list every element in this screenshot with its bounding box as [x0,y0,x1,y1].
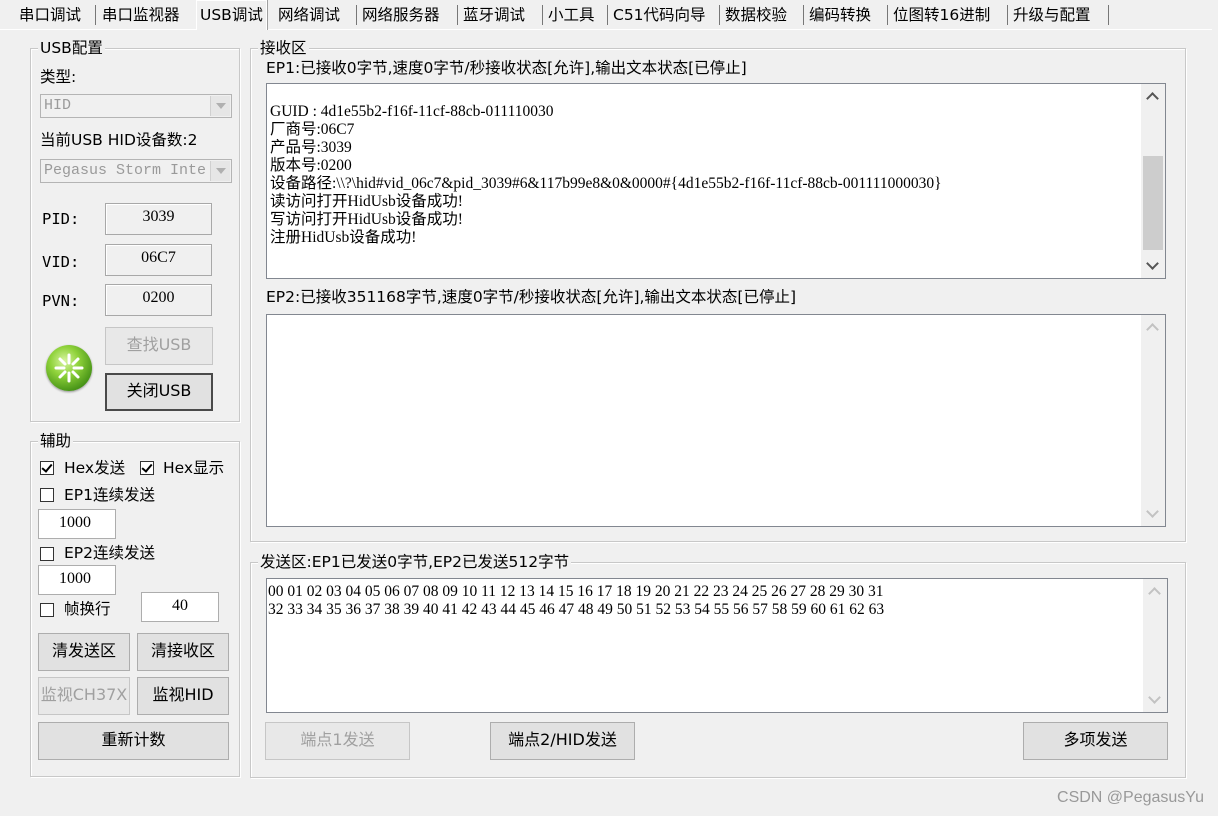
frame-newline-label: 帧换行 [64,600,111,618]
tab-separator [356,5,357,25]
hex-show-checkbox[interactable] [140,461,154,475]
ep2-receive-area[interactable] [266,314,1166,527]
ep1-scrollbar[interactable] [1141,84,1165,278]
vid-label: VID: [42,253,80,271]
tab-network-server[interactable]: 网络服务器 [359,3,443,29]
chevron-down-icon[interactable] [210,96,230,116]
type-label: 类型: [40,68,77,86]
ep1-receive-area[interactable]: GUID : 4d1e55b2-f16f-11cf-88cb-011110030… [266,83,1166,279]
tab-bar: 串口调试 串口监视器 USB调试 网络调试 网络服务器 蓝牙调试 小工具 C51… [0,0,1218,30]
tab-network-debug[interactable]: 网络调试 [275,3,343,29]
aux-title: 辅助 [38,432,74,450]
pvn-label: PVN: [42,292,80,310]
device-combo[interactable]: Pegasus Storm Inte [40,159,232,183]
pvn-field: 0200 [105,284,212,316]
ep2-continuous-checkbox[interactable] [40,547,54,561]
vid-field: 06C7 [105,244,212,276]
tab-bitmap-hex[interactable]: 位图转16进制 [890,3,993,29]
tab-data-check[interactable]: 数据校验 [722,3,790,29]
ep1-status: EP1:已接收0字节,速度0字节/秒接收状态[允许],输出文本状态[已停止] [266,59,747,77]
recount-button[interactable]: 重新计数 [38,722,229,760]
clear-send-button[interactable]: 清发送区 [38,633,130,671]
pid-label: PID: [42,210,80,228]
tab-separator [719,5,720,25]
tab-usb-debug[interactable]: USB调试 [196,0,267,30]
tab-serial-monitor[interactable]: 串口监视器 [99,3,183,29]
tab-separator [887,5,888,25]
tab-separator [1108,5,1109,25]
scroll-down-icon[interactable] [1141,254,1165,278]
hex-send-checkbox[interactable] [40,461,54,475]
watermark: CSDN @PegasusYu [1057,789,1204,806]
clear-receive-button[interactable]: 清接收区 [137,633,229,671]
type-combo-value: HID [44,97,72,114]
send-text: 00 01 02 03 04 05 06 07 08 09 10 11 12 1… [268,583,885,618]
monitor-ch37x-button[interactable]: 监视CH37X [38,677,130,715]
usb-status-icon [46,345,92,391]
send-area[interactable]: 00 01 02 03 04 05 06 07 08 09 10 11 12 1… [266,578,1168,713]
tab-upgrade-config[interactable]: 升级与配置 [1010,3,1094,29]
scroll-up-icon[interactable] [1141,315,1165,339]
tab-bluetooth-debug[interactable]: 蓝牙调试 [460,3,528,29]
ep1-continuous-checkbox[interactable] [40,488,54,502]
frame-newline-checkbox[interactable] [40,603,54,617]
scroll-up-icon[interactable] [1141,84,1165,108]
ep2-hid-send-button[interactable]: 端点2/HID发送 [490,722,635,760]
scroll-down-icon[interactable] [1141,502,1165,526]
multi-send-button[interactable]: 多项发送 [1023,722,1168,760]
scroll-thumb[interactable] [1143,156,1163,250]
hex-show-label: Hex显示 [163,459,225,477]
send-title: 发送区:EP1已发送0字节,EP2已发送512字节 [258,553,572,571]
scroll-up-icon[interactable] [1143,579,1167,603]
monitor-hid-button[interactable]: 监视HID [137,677,229,715]
tab-separator [803,5,804,25]
tab-separator [607,5,608,25]
tab-baseline [0,29,1212,30]
tab-separator [95,5,96,25]
chevron-down-icon[interactable] [210,161,230,181]
ep1-receive-text: GUID : 4d1e55b2-f16f-11cf-88cb-011110030… [270,103,942,246]
ep2-status: EP2:已接收351168字节,速度0字节/秒接收状态[允许],输出文本状态[已… [266,288,797,306]
ep2-interval-input[interactable]: 1000 [38,565,116,595]
ep1-interval-input[interactable]: 1000 [38,509,116,539]
send-scrollbar[interactable] [1143,579,1167,712]
usb-status-glyph [54,353,84,383]
hex-send-label: Hex发送 [64,459,126,477]
frame-newline-input[interactable]: 40 [141,592,219,622]
type-combo[interactable]: HID [40,94,232,118]
pid-field: 3039 [105,203,212,235]
usb-config-title: USB配置 [38,39,105,57]
tab-separator [1007,5,1008,25]
tab-separator [457,5,458,25]
tab-tools[interactable]: 小工具 [545,3,598,29]
tab-encoding[interactable]: 编码转换 [806,3,874,29]
ep1-send-button[interactable]: 端点1发送 [265,722,410,760]
tab-separator [542,5,543,25]
receive-title: 接收区 [258,39,309,57]
tab-serial-debug[interactable]: 串口调试 [16,3,84,29]
ep2-continuous-label: EP2连续发送 [64,544,156,562]
find-usb-button[interactable]: 查找USB [105,327,213,365]
close-usb-button[interactable]: 关闭USB [105,373,213,411]
ep1-continuous-label: EP1连续发送 [64,486,156,504]
scroll-down-icon[interactable] [1143,688,1167,712]
tab-c51-wizard[interactable]: C51代码向导 [610,3,709,29]
device-combo-value: Pegasus Storm Inte [44,162,207,179]
device-count-label: 当前USB HID设备数:2 [40,131,198,149]
ep2-scrollbar[interactable] [1141,315,1165,526]
